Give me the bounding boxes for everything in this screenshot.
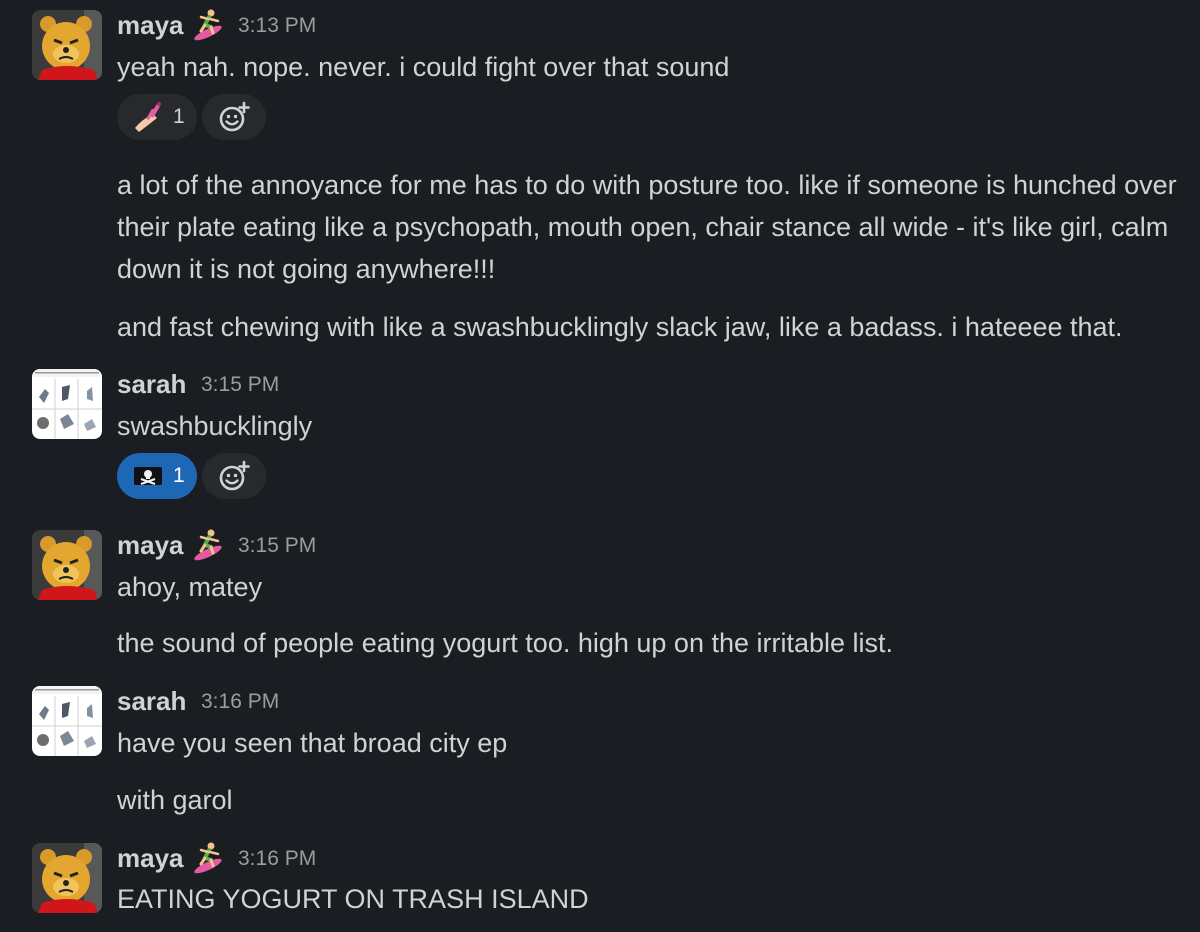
message-text: the sound of people eating yogurt too. h… xyxy=(117,628,894,658)
add-reaction-button[interactable] xyxy=(202,94,266,140)
message-text: with garol xyxy=(117,785,233,815)
add-reaction-icon xyxy=(217,459,251,493)
surfer-icon[interactable] xyxy=(191,7,225,41)
nail-polish-icon xyxy=(131,100,165,134)
surfer-icon[interactable] xyxy=(191,527,225,561)
add-reaction-icon xyxy=(217,100,251,134)
author-name[interactable]: sarah xyxy=(117,369,186,399)
surfer-icon[interactable] xyxy=(191,840,225,874)
message-text: and fast chewing with like a swashbuckli… xyxy=(117,312,1123,342)
message-text: a lot of the annoyance for me has to do … xyxy=(117,170,1177,284)
author-name[interactable]: maya xyxy=(117,530,184,560)
maya-avatar[interactable] xyxy=(32,843,102,913)
author-name[interactable]: maya xyxy=(117,10,184,40)
winnie-the-pooh-icon xyxy=(32,843,102,913)
reaction-count: 1 xyxy=(173,464,185,487)
sarah-avatar[interactable] xyxy=(32,686,102,756)
maya-avatar[interactable] xyxy=(32,530,102,600)
reaction-pirate-flag[interactable]: 1 xyxy=(117,453,197,499)
sarah-avatar[interactable] xyxy=(32,369,102,439)
reaction-count: 1 xyxy=(173,105,185,128)
reaction-nail-polish[interactable]: 1 xyxy=(117,94,197,140)
pirate-flag-icon xyxy=(131,459,165,493)
message-text: have you seen that broad city ep xyxy=(117,728,508,758)
author-name[interactable]: sarah xyxy=(117,686,186,716)
message-timestamp[interactable]: 3:13 PM xyxy=(238,14,316,38)
winnie-the-pooh-icon xyxy=(32,530,102,600)
captcha-grid-icon xyxy=(32,369,102,439)
message-timestamp[interactable]: 3:15 PM xyxy=(238,534,316,558)
message-text: EATING YOGURT ON TRASH ISLAND xyxy=(117,884,589,914)
message-text: yeah nah. nope. never. i could fight ove… xyxy=(117,52,730,82)
message-text: swashbucklingly xyxy=(117,411,313,441)
author-name[interactable]: maya xyxy=(117,843,184,873)
message-timestamp[interactable]: 3:15 PM xyxy=(201,373,279,397)
winnie-the-pooh-icon xyxy=(32,10,102,80)
add-reaction-button[interactable] xyxy=(202,453,266,499)
maya-avatar[interactable] xyxy=(32,10,102,80)
message-timestamp[interactable]: 3:16 PM xyxy=(201,690,279,714)
message-text: ahoy, matey xyxy=(117,572,263,602)
captcha-grid-icon xyxy=(32,686,102,756)
message-timestamp[interactable]: 3:16 PM xyxy=(238,847,316,871)
